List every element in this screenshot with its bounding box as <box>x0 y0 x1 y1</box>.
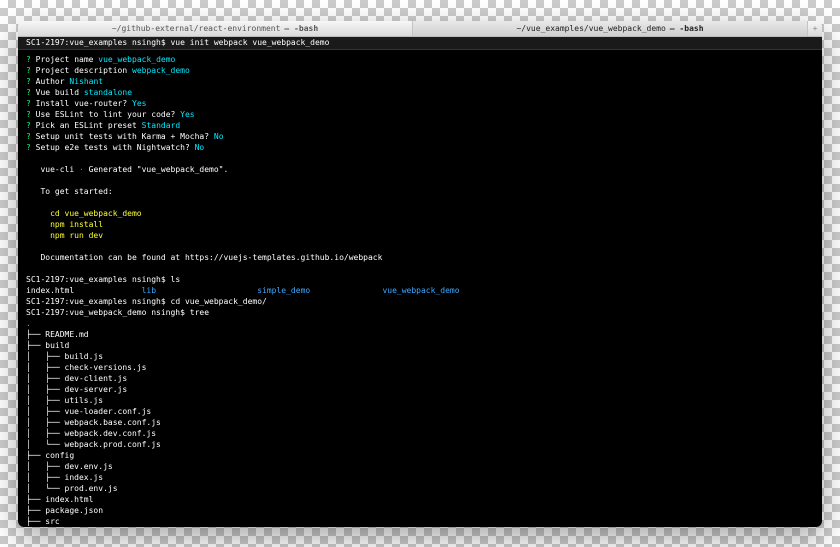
ls-col: lib <box>142 286 156 295</box>
q-val: No <box>195 143 205 152</box>
tree-line: │ ├── utils.js <box>26 396 103 405</box>
command-bar-text: SC1-2197:vue_examples nsingh$ vue init w… <box>26 38 329 47</box>
bullet-icon: ? <box>26 132 31 141</box>
prompt-host: SC1-2197:vue_examples nsingh$ <box>26 297 171 306</box>
tree-line: │ ├── webpack.base.conf.js <box>26 418 161 427</box>
tree-line: ├── build <box>26 341 69 350</box>
ls-col: index.html <box>26 286 74 295</box>
prompt-host: SC1-2197:vue_examples nsingh$ <box>26 275 171 284</box>
tree-line: ├── README.md <box>26 330 89 339</box>
start-line: npm run dev <box>26 231 103 240</box>
q-val: standalone <box>84 88 132 97</box>
command-bar: SC1-2197:vue_examples nsingh$ vue init w… <box>18 37 822 50</box>
terminal-window: ~/github-external/react-environment — -b… <box>18 21 822 527</box>
q-val: webpack_demo <box>132 66 190 75</box>
tab-react-env[interactable]: ~/github-external/react-environment — -b… <box>18 21 413 36</box>
tab-path: ~/github-external/react-environment <box>112 24 281 33</box>
tree-line: ├── src <box>26 517 60 526</box>
q-label: Project description <box>36 66 128 75</box>
docs-line: Documentation can be found at https://vu… <box>26 253 382 262</box>
prompt-cmd: tree <box>190 308 209 317</box>
q-label: Project name <box>36 55 94 64</box>
prompt-cmd: ls <box>171 275 181 284</box>
tab-shell: — -bash <box>284 24 318 33</box>
tree-line: │ ├── check-versions.js <box>26 363 146 372</box>
prompt-cmd: cd vue_webpack_demo/ <box>171 297 267 306</box>
q-val: Standard <box>142 121 181 130</box>
tree-line: │ ├── index.js <box>26 473 103 482</box>
bullet-icon: ? <box>26 77 31 86</box>
bullet-icon: ? <box>26 66 31 75</box>
tab-vue-demo[interactable]: ~/vue_examples/vue_webpack_demo — -bash <box>413 21 808 36</box>
bullet-icon: ? <box>26 99 31 108</box>
tree-line: ├── package.json <box>26 506 103 515</box>
tree-line: │ └── prod.env.js <box>26 484 118 493</box>
new-tab-button[interactable]: + <box>808 21 822 36</box>
q-label: Install vue-router? <box>36 99 128 108</box>
tree-line: │ ├── dev-server.js <box>26 385 127 394</box>
q-val: vue_webpack_demo <box>98 55 175 64</box>
start-line: cd vue_webpack_demo <box>26 209 142 218</box>
tree-dot: . <box>26 319 31 328</box>
q-val: Yes <box>132 99 146 108</box>
gen-dot: · <box>74 165 88 174</box>
tab-shell: — -bash <box>670 24 704 33</box>
bullet-icon: ? <box>26 121 31 130</box>
ls-col: vue_webpack_demo <box>382 286 459 295</box>
gen-msg: Generated "vue_webpack_demo". <box>89 165 229 174</box>
q-label: Vue build <box>36 88 79 97</box>
q-label: Setup e2e tests with Nightwatch? <box>36 143 190 152</box>
start-line: npm install <box>26 220 103 229</box>
terminal-body[interactable]: ? Project name vue_webpack_demo ? Projec… <box>18 50 822 527</box>
q-val: Yes <box>180 110 194 119</box>
start-title: To get started: <box>26 187 113 196</box>
tab-bar: ~/github-external/react-environment — -b… <box>18 21 822 37</box>
bullet-icon: ? <box>26 88 31 97</box>
q-label: Pick an ESLint preset <box>36 121 137 130</box>
bullet-icon: ? <box>26 143 31 152</box>
q-label: Use ESLint to lint your code? <box>36 110 176 119</box>
ls-col: simple_demo <box>257 286 310 295</box>
bullet-icon: ? <box>26 55 31 64</box>
q-val: No <box>214 132 224 141</box>
tree-line: │ └── webpack.prod.conf.js <box>26 440 161 449</box>
bullet-icon: ? <box>26 110 31 119</box>
tree-line: ├── index.html <box>26 495 93 504</box>
gen-prefix: vue-cli <box>26 165 74 174</box>
q-label: Setup unit tests with Karma + Mocha? <box>36 132 209 141</box>
prompt-host: SC1-2197:vue_webpack_demo nsingh$ <box>26 308 190 317</box>
tab-path: ~/vue_examples/vue_webpack_demo <box>516 24 665 33</box>
tree-line: │ ├── dev-client.js <box>26 374 127 383</box>
tree-line: │ ├── dev.env.js <box>26 462 113 471</box>
tree-line: │ ├── build.js <box>26 352 103 361</box>
tree-line: ├── config <box>26 451 74 460</box>
tree-line: │ ├── vue-loader.conf.js <box>26 407 151 416</box>
tree-line: │ ├── webpack.dev.conf.js <box>26 429 156 438</box>
q-label: Author <box>36 77 65 86</box>
q-val: Nishant <box>69 77 103 86</box>
plus-icon: + <box>813 24 818 33</box>
